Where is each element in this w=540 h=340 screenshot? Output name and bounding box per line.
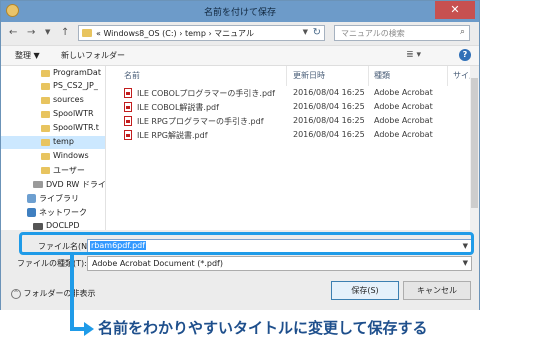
tree-item[interactable]: ProgramDat [1, 67, 105, 80]
pdf-icon [124, 102, 132, 112]
column-divider[interactable] [286, 66, 287, 86]
callout-line [70, 327, 84, 331]
file-row[interactable]: ILE COBOLプログラマーの手引き.pdf 2016/08/04 16:25… [106, 86, 479, 100]
dvd-drive-icon [33, 181, 43, 188]
tree-item[interactable]: PS_CS2_JP_ [1, 80, 105, 93]
tree-item[interactable]: Windows [1, 150, 105, 163]
column-divider[interactable] [447, 66, 448, 86]
folder-icon [41, 125, 50, 132]
navigation-bar: ← → ▼ ↑ « Windows8_OS (C:) › temp › マニュア… [1, 22, 479, 45]
network-icon [27, 208, 36, 217]
pdf-icon [124, 130, 132, 140]
tree-item[interactable]: sources [1, 94, 105, 107]
close-button[interactable]: ✕ [435, 1, 475, 19]
folder-icon [41, 139, 50, 146]
filetype-label: ファイルの種類(T): [17, 259, 87, 268]
callout-arrow-icon [84, 322, 94, 336]
search-icon[interactable]: ⌕ [460, 27, 465, 37]
tree-item[interactable]: DVD RW ドライ [1, 178, 105, 191]
column-header-modified[interactable]: 更新日時 [293, 70, 325, 81]
chevron-down-icon[interactable]: ▼ [463, 259, 468, 267]
address-bar[interactable]: « Windows8_OS (C:) › temp › マニュアル ▼ ↻ [78, 25, 325, 41]
address-dropdown-icon[interactable]: ▼ [303, 28, 308, 36]
column-header-name[interactable]: 名前 [124, 70, 140, 81]
refresh-icon[interactable]: ↻ [313, 27, 321, 38]
column-header-type[interactable]: 種類 [374, 70, 390, 81]
navigation-pane: ProgramDat PS_CS2_JP_ sources SpoolWTR S… [1, 66, 106, 230]
hide-folders-label: フォルダーの非表示 [23, 289, 96, 298]
save-button[interactable]: 保存(S) [331, 281, 399, 300]
tree-item[interactable]: DOCLPD [1, 220, 105, 230]
tree-item[interactable]: SpoolWTR.t [1, 122, 105, 135]
tree-item[interactable]: ユーザー [1, 164, 105, 177]
column-divider[interactable] [368, 66, 369, 86]
folder-icon [41, 153, 50, 160]
folder-icon [41, 83, 50, 90]
filename-highlight-box [19, 232, 474, 255]
up-arrow-icon[interactable]: ↑ [61, 27, 69, 38]
computer-icon [33, 223, 43, 230]
tree-item[interactable]: ライブラリ [1, 192, 105, 205]
cancel-button[interactable]: キャンセル [403, 281, 471, 300]
folder-icon [82, 29, 92, 37]
filetype-select[interactable]: Adobe Acrobat Document (*.pdf) ▼ [87, 256, 472, 271]
recent-dropdown-icon[interactable]: ▼ [45, 28, 50, 36]
annotation-text: 名前をわかりやすいタイトルに変更して保存する [98, 319, 428, 337]
filetype-value: Adobe Acrobat Document (*.pdf) [92, 259, 223, 268]
search-box[interactable]: マニュアルの検索 ⌕ [334, 25, 470, 41]
pdf-icon [124, 88, 132, 98]
new-folder-button[interactable]: 新しいフォルダー [61, 50, 125, 61]
scrollbar-thumb[interactable] [471, 78, 478, 208]
file-row[interactable]: ILE COBOL解説書.pdf 2016/08/04 16:25 Adobe … [106, 100, 479, 114]
window-title: 名前を付けて保存 [203, 8, 276, 18]
search-placeholder: マニュアルの検索 [341, 29, 405, 38]
file-row[interactable]: ILE RPGプログラマーの手引き.pdf 2016/08/04 16:25 A… [106, 114, 479, 128]
forward-arrow-icon[interactable]: → [27, 27, 35, 38]
callout-line [70, 255, 74, 331]
collapse-icon: ^ [11, 288, 21, 299]
pdf-icon [124, 116, 132, 126]
command-toolbar: 整理 ▼ 新しいフォルダー ≣ ▾ ? [1, 45, 479, 66]
tree-item-temp-selected[interactable]: temp [1, 136, 105, 149]
library-icon [27, 194, 36, 203]
organize-menu[interactable]: 整理 ▼ [15, 50, 40, 61]
address-path: « Windows8_OS (C:) › temp › マニュアル [96, 29, 254, 38]
file-list: 名前 更新日時 種類 サイズ ILE COBOLプログラマーの手引き.pdf 2… [106, 66, 479, 230]
file-row[interactable]: ILE RPG解説書.pdf 2016/08/04 16:25 Adobe Ac… [106, 128, 479, 142]
hide-folders-toggle[interactable]: ^ フォルダーの非表示 [11, 288, 96, 299]
back-arrow-icon[interactable]: ← [9, 27, 17, 38]
folder-icon [41, 97, 50, 104]
view-options-icon[interactable]: ≣ ▾ [406, 50, 421, 60]
title-bar: 名前を付けて保存 ✕ [1, 1, 479, 22]
help-icon[interactable]: ? [459, 49, 471, 61]
folder-icon [41, 167, 50, 174]
vertical-scrollbar[interactable] [470, 66, 479, 230]
tree-item[interactable]: ネットワーク [1, 206, 105, 219]
folder-icon [41, 111, 50, 118]
tree-item[interactable]: SpoolWTR [1, 108, 105, 121]
folder-icon [41, 70, 50, 77]
